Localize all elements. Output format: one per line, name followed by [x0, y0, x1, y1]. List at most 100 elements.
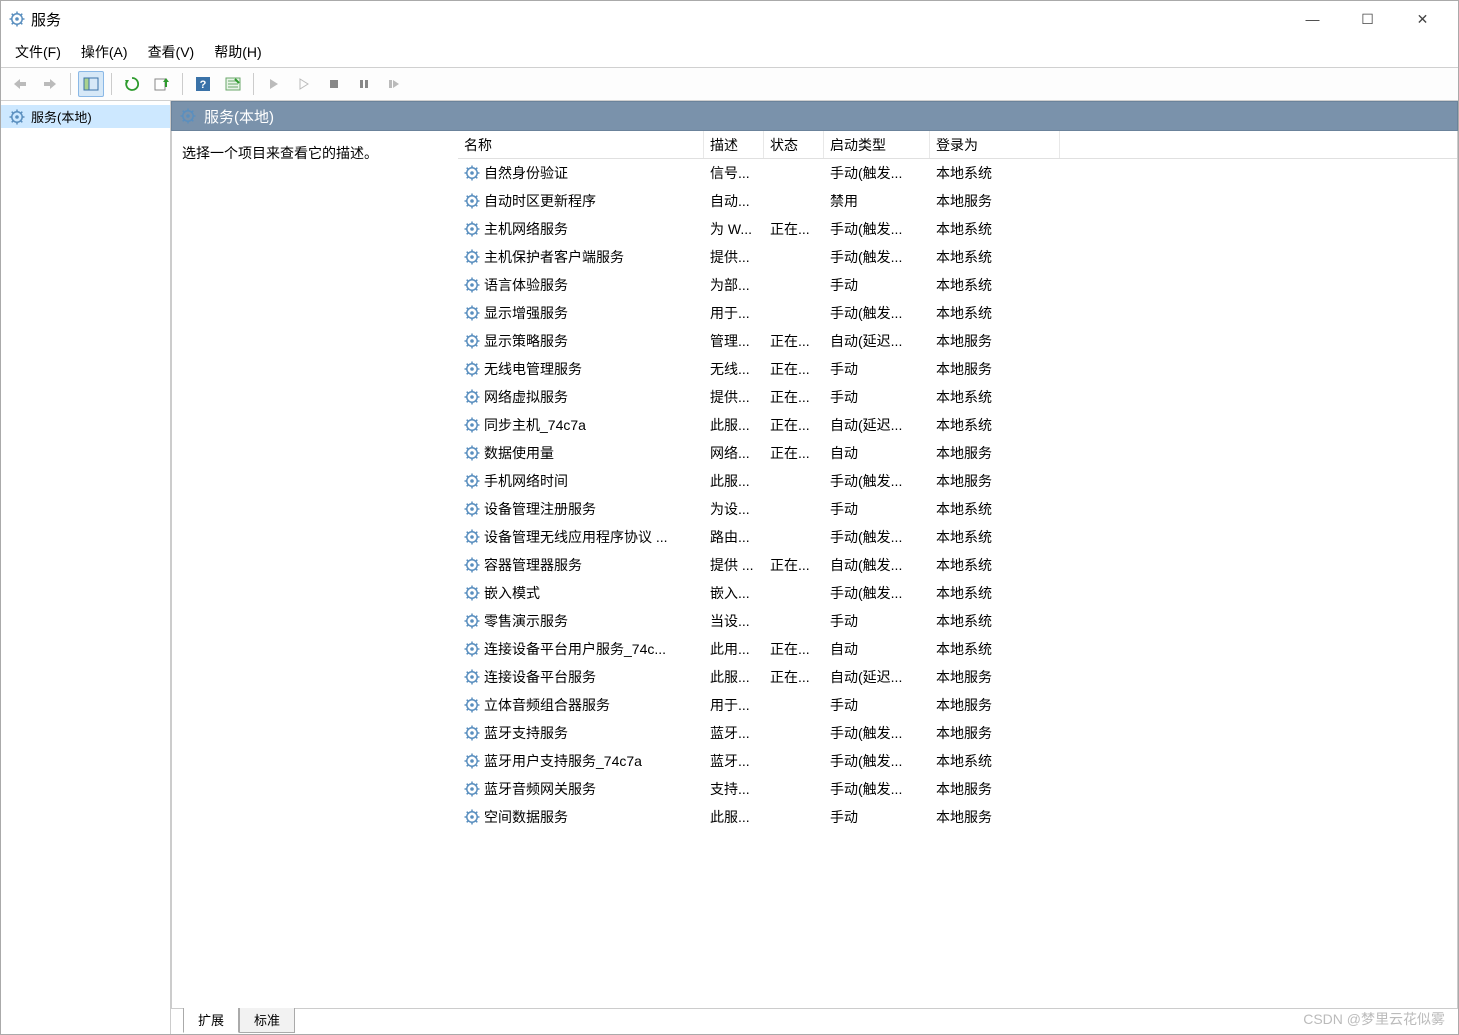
toolbar-separator — [70, 73, 71, 95]
gear-icon — [9, 109, 25, 125]
service-row[interactable]: 设备管理注册服务为设...手动本地系统 — [458, 495, 1457, 523]
service-desc: 为部... — [704, 273, 764, 297]
service-row[interactable]: 同步主机_74c7a此服...正在...自动(延迟...本地系统 — [458, 411, 1457, 439]
service-logon: 本地服务 — [930, 469, 1060, 493]
gear-icon — [464, 697, 480, 713]
service-row[interactable]: 显示增强服务用于...手动(触发...本地系统 — [458, 299, 1457, 327]
col-desc[interactable]: 描述 — [704, 131, 764, 158]
service-name: 设备管理无线应用程序协议 ... — [484, 527, 668, 547]
gear-icon — [464, 529, 480, 545]
service-row[interactable]: 连接设备平台用户服务_74c...此用...正在...自动本地系统 — [458, 635, 1457, 663]
export-list-button[interactable] — [149, 71, 175, 97]
stop-service-button[interactable] — [321, 71, 347, 97]
restart-service-button[interactable] — [381, 71, 407, 97]
grid-body[interactable]: 自然身份验证信号...手动(触发...本地系统自动时区更新程序自动...禁用本地… — [458, 159, 1457, 1008]
forward-button[interactable] — [37, 71, 63, 97]
service-start: 手动 — [824, 273, 930, 297]
col-start[interactable]: 启动类型 — [824, 131, 930, 158]
service-state — [764, 815, 824, 819]
service-row[interactable]: 设备管理无线应用程序协议 ...路由...手动(触发...本地系统 — [458, 523, 1457, 551]
gear-icon — [464, 445, 480, 461]
service-row[interactable]: 容器管理器服务提供 ...正在...自动(触发...本地系统 — [458, 551, 1457, 579]
back-button[interactable] — [7, 71, 33, 97]
service-row[interactable]: 主机网络服务为 W...正在...手动(触发...本地系统 — [458, 215, 1457, 243]
service-logon: 本地系统 — [930, 637, 1060, 661]
toolbar-separator — [253, 73, 254, 95]
col-state[interactable]: 状态 — [764, 131, 824, 158]
service-row[interactable]: 蓝牙音频网关服务支持...手动(触发...本地服务 — [458, 775, 1457, 803]
gear-icon — [464, 473, 480, 489]
service-row[interactable]: 数据使用量网络...正在...自动本地服务 — [458, 439, 1457, 467]
service-row[interactable]: 零售演示服务当设...手动本地系统 — [458, 607, 1457, 635]
service-state — [764, 731, 824, 735]
start-service-alt-button[interactable] — [291, 71, 317, 97]
service-logon: 本地系统 — [930, 161, 1060, 185]
gear-icon — [464, 333, 480, 349]
col-logon[interactable]: 登录为 — [930, 131, 1060, 158]
service-row[interactable]: 无线电管理服务无线...正在...手动本地服务 — [458, 355, 1457, 383]
close-button[interactable]: ✕ — [1395, 1, 1450, 37]
service-name: 语言体验服务 — [484, 275, 568, 295]
service-row[interactable]: 空间数据服务此服...手动本地服务 — [458, 803, 1457, 831]
start-service-button[interactable] — [261, 71, 287, 97]
service-state — [764, 255, 824, 259]
menu-action[interactable]: 操作(A) — [81, 42, 128, 62]
help-button[interactable]: ? — [190, 71, 216, 97]
pause-service-button[interactable] — [351, 71, 377, 97]
menu-file[interactable]: 文件(F) — [15, 42, 61, 62]
service-desc: 为 W... — [704, 217, 764, 241]
service-row[interactable]: 自动时区更新程序自动...禁用本地服务 — [458, 187, 1457, 215]
gear-icon — [464, 501, 480, 517]
tab-standard[interactable]: 标准 — [239, 1008, 295, 1033]
service-state — [764, 619, 824, 623]
svg-text:?: ? — [200, 79, 207, 91]
service-desc: 此服... — [704, 413, 764, 437]
service-row[interactable]: 自然身份验证信号...手动(触发...本地系统 — [458, 159, 1457, 187]
service-desc: 网络... — [704, 441, 764, 465]
service-row[interactable]: 连接设备平台服务此服...正在...自动(延迟...本地服务 — [458, 663, 1457, 691]
titlebar[interactable]: 服务 — ☐ ✕ — [1, 1, 1458, 37]
service-state — [764, 703, 824, 707]
tab-extended[interactable]: 扩展 — [183, 1008, 239, 1033]
properties-button[interactable] — [220, 71, 246, 97]
refresh-button[interactable] — [119, 71, 145, 97]
gear-icon — [464, 557, 480, 573]
minimize-button[interactable]: — — [1285, 1, 1340, 37]
service-start: 手动(触发... — [824, 217, 930, 241]
service-logon: 本地系统 — [930, 273, 1060, 297]
gear-icon — [464, 417, 480, 433]
service-row[interactable]: 手机网络时间此服...手动(触发...本地服务 — [458, 467, 1457, 495]
service-start: 自动 — [824, 637, 930, 661]
service-row[interactable]: 嵌入模式嵌入...手动(触发...本地系统 — [458, 579, 1457, 607]
service-state: 正在... — [764, 665, 824, 689]
tree-pane[interactable]: 服务(本地) — [1, 101, 171, 1034]
gear-icon — [464, 613, 480, 629]
service-desc: 用于... — [704, 301, 764, 325]
service-start: 手动(触发... — [824, 245, 930, 269]
menu-view[interactable]: 查看(V) — [148, 42, 195, 62]
pane-header: 服务(本地) — [171, 101, 1458, 131]
service-name: 蓝牙用户支持服务_74c7a — [484, 751, 642, 771]
service-row[interactable]: 立体音频组合器服务用于...手动本地服务 — [458, 691, 1457, 719]
service-row[interactable]: 蓝牙用户支持服务_74c7a蓝牙...手动(触发...本地系统 — [458, 747, 1457, 775]
menu-help[interactable]: 帮助(H) — [214, 42, 261, 62]
service-name: 同步主机_74c7a — [484, 415, 586, 435]
right-pane: 服务(本地) 选择一个项目来查看它的描述。 名称 描述 状态 启动类型 登录为 … — [171, 101, 1458, 1034]
service-state: 正在... — [764, 217, 824, 241]
service-row[interactable]: 语言体验服务 为部... 手动本地系统 — [458, 271, 1457, 299]
service-desc: 信号... — [704, 161, 764, 185]
col-name[interactable]: 名称 — [458, 131, 704, 158]
service-name: 嵌入模式 — [484, 583, 540, 603]
service-row[interactable]: 网络虚拟服务提供...正在...手动本地系统 — [458, 383, 1457, 411]
tree-root[interactable]: 服务(本地) — [1, 105, 170, 128]
service-row[interactable]: 显示策略服务管理...正在...自动(延迟...本地服务 — [458, 327, 1457, 355]
service-start: 手动 — [824, 385, 930, 409]
gear-icon — [464, 725, 480, 741]
show-hide-tree-button[interactable] — [78, 71, 104, 97]
service-row[interactable]: 蓝牙支持服务蓝牙...手动(触发...本地服务 — [458, 719, 1457, 747]
service-desc: 此服... — [704, 469, 764, 493]
tree-root-label: 服务(本地) — [31, 107, 92, 126]
service-row[interactable]: 主机保护者客户端服务提供...手动(触发...本地系统 — [458, 243, 1457, 271]
maximize-button[interactable]: ☐ — [1340, 1, 1395, 37]
gear-icon — [464, 809, 480, 825]
